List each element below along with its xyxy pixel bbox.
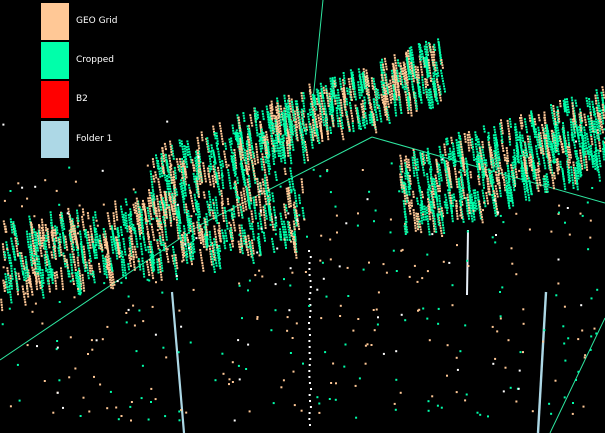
legend-swatch xyxy=(41,81,69,118)
legend-swatch xyxy=(41,42,69,79)
axis-line xyxy=(549,317,605,433)
legend-item-cropped[interactable]: Cropped xyxy=(41,42,161,80)
3d-viewport[interactable]: GEO Grid Cropped B2 Folder 1 xyxy=(0,0,605,433)
borehole-line xyxy=(466,229,469,296)
legend-label: B2 xyxy=(76,94,88,104)
legend-item-b2[interactable]: B2 xyxy=(41,81,161,119)
legend-swatch xyxy=(41,121,69,158)
legend-label: Folder 1 xyxy=(76,134,113,144)
legend-item-folder-1[interactable]: Folder 1 xyxy=(41,121,161,159)
legend-label: GEO Grid xyxy=(76,16,118,26)
point-column xyxy=(308,250,312,426)
legend-swatch xyxy=(41,3,69,40)
borehole-line xyxy=(536,291,548,433)
legend-item-geo-grid[interactable]: GEO Grid xyxy=(41,3,161,41)
legend-label: Cropped xyxy=(76,55,114,65)
borehole-line xyxy=(170,291,186,433)
